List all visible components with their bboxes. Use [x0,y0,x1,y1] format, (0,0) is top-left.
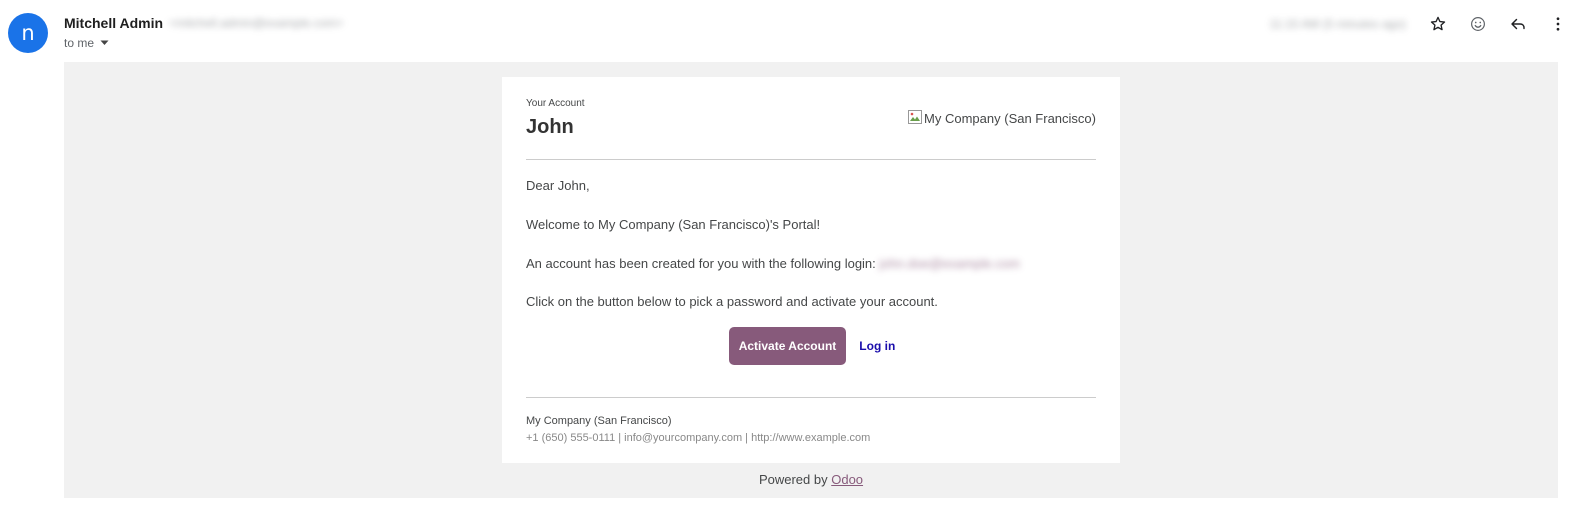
header-actions: 11:15 AM (5 minutes ago) [1269,10,1578,38]
action-buttons: Activate Account Log in [526,327,1096,365]
avatar[interactable]: n [8,13,48,53]
odoo-link[interactable]: Odoo [831,472,863,487]
footer-company-name: My Company (San Francisco) [526,415,672,427]
powered-by: Powered by Odoo [64,472,1558,487]
sender-line: Mitchell Admin <mitchell.admin@example.c… [64,15,343,31]
your-account-label: Your Account [526,98,585,109]
sender-name[interactable]: Mitchell Admin [64,15,163,31]
broken-image-icon [907,109,923,128]
timestamp: 11:15 AM (5 minutes ago) [1269,17,1406,31]
email-card: Your Account John My Company (San Franci… [502,77,1120,463]
recipient-label: to me [64,36,95,50]
login-prefix: An account has been created for you with… [526,256,876,271]
more-vert-icon[interactable] [1538,10,1578,38]
activate-account-button[interactable]: Activate Account [728,327,847,365]
powered-by-label: Powered by [758,472,828,487]
customer-name: John [526,116,574,138]
login-email-link[interactable]: john.doe@example.com [879,256,1019,271]
recipient-line: to me [64,36,109,50]
star-icon[interactable] [1418,10,1458,38]
welcome-text: Welcome to My Company (San Francisco)'s … [526,217,821,232]
sender-email: <mitchell.admin@example.com> [169,16,344,30]
emoji-icon[interactable] [1458,10,1498,38]
greeting-text: Dear John, [526,178,590,193]
company-logo: My Company (San Francisco) [907,109,1096,128]
reply-icon[interactable] [1498,10,1538,38]
chevron-down-icon[interactable] [100,40,109,46]
company-logo-alt-text: My Company (San Francisco) [924,111,1096,126]
footer-divider [526,397,1096,398]
login-info-text: An account has been created for you with… [526,256,1020,271]
footer-contact-info: +1 (650) 555-0111 | info@yourcompany.com… [526,432,871,444]
header-divider [526,159,1096,160]
email-body-frame: Your Account John My Company (San Franci… [64,62,1558,498]
log-in-link[interactable]: Log in [859,339,895,353]
instruction-text: Click on the button below to pick a pass… [526,294,938,309]
